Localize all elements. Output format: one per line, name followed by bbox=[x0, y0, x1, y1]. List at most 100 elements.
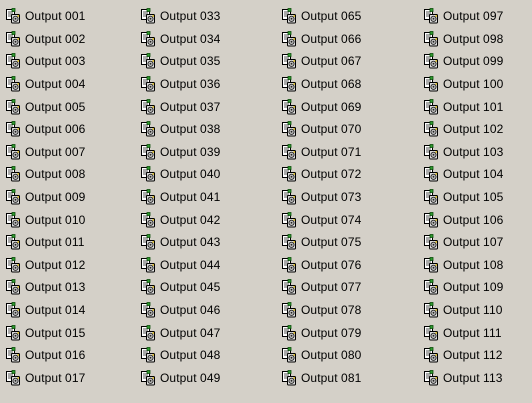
list-item[interactable]: Output 014 bbox=[5, 299, 85, 322]
output-port-icon bbox=[140, 121, 156, 137]
list-item[interactable]: Output 009 bbox=[5, 186, 85, 209]
list-item[interactable]: Output 111 bbox=[423, 321, 503, 344]
output-list-view[interactable]: Output 001 Output 002 Output 003 Output … bbox=[0, 0, 532, 403]
list-item[interactable]: Output 068 bbox=[281, 73, 361, 96]
list-item[interactable]: Output 071 bbox=[281, 141, 361, 164]
list-item-label: Output 014 bbox=[25, 303, 86, 318]
output-port-icon bbox=[423, 369, 439, 386]
list-item[interactable]: Output 107 bbox=[423, 231, 503, 254]
list-item-label: Output 007 bbox=[25, 144, 86, 159]
output-port-icon bbox=[5, 279, 21, 295]
list-item[interactable]: Output 043 bbox=[140, 231, 220, 254]
list-item[interactable]: Output 102 bbox=[423, 118, 503, 141]
list-item[interactable]: Output 036 bbox=[140, 73, 220, 96]
output-port-icon bbox=[140, 279, 156, 295]
list-item[interactable]: Output 004 bbox=[5, 73, 85, 96]
list-item[interactable]: Output 073 bbox=[281, 186, 361, 209]
output-port-icon bbox=[423, 189, 439, 205]
list-item-label: Output 074 bbox=[301, 212, 362, 227]
list-item[interactable]: Output 044 bbox=[140, 254, 220, 277]
output-port-icon bbox=[5, 189, 21, 205]
list-item[interactable]: Output 099 bbox=[423, 50, 503, 73]
output-port-icon bbox=[281, 166, 297, 182]
list-item[interactable]: Output 098 bbox=[423, 28, 503, 51]
list-item[interactable]: Output 097 bbox=[423, 5, 503, 28]
list-item[interactable]: Output 113 bbox=[423, 367, 503, 390]
list-item[interactable]: Output 037 bbox=[140, 95, 220, 118]
list-item-label: Output 011 bbox=[25, 235, 85, 250]
list-item-label: Output 109 bbox=[443, 280, 504, 295]
list-item[interactable]: Output 047 bbox=[140, 321, 220, 344]
list-item[interactable]: Output 077 bbox=[281, 276, 361, 299]
list-item[interactable]: Output 003 bbox=[5, 50, 85, 73]
list-item[interactable]: Output 072 bbox=[281, 163, 361, 186]
list-item[interactable]: Output 112 bbox=[423, 344, 503, 367]
list-item[interactable]: Output 041 bbox=[140, 186, 220, 209]
list-item[interactable]: Output 049 bbox=[140, 367, 220, 390]
list-item-label: Output 110 bbox=[443, 303, 503, 318]
list-item[interactable]: Output 069 bbox=[281, 95, 361, 118]
list-item[interactable]: Output 042 bbox=[140, 208, 220, 231]
list-item[interactable]: Output 008 bbox=[5, 163, 85, 186]
list-item-label: Output 048 bbox=[160, 348, 221, 363]
output-port-icon bbox=[281, 302, 297, 318]
list-item[interactable]: Output 005 bbox=[5, 95, 85, 118]
list-item[interactable]: Output 067 bbox=[281, 50, 361, 73]
list-item-label: Output 010 bbox=[25, 212, 86, 227]
list-item[interactable]: Output 040 bbox=[140, 163, 220, 186]
output-port-icon bbox=[5, 256, 21, 273]
list-item[interactable]: Output 045 bbox=[140, 276, 220, 299]
list-item[interactable]: Output 038 bbox=[140, 118, 220, 141]
list-item[interactable]: Output 103 bbox=[423, 141, 503, 164]
list-item[interactable]: Output 015 bbox=[5, 321, 85, 344]
list-item[interactable]: Output 100 bbox=[423, 73, 503, 96]
list-item[interactable]: Output 012 bbox=[5, 254, 85, 277]
list-item[interactable]: Output 079 bbox=[281, 321, 361, 344]
list-item[interactable]: Output 066 bbox=[281, 28, 361, 51]
list-item-label: Output 075 bbox=[301, 235, 362, 250]
list-item[interactable]: Output 075 bbox=[281, 231, 361, 254]
list-item[interactable]: Output 033 bbox=[140, 5, 220, 28]
list-item[interactable]: Output 017 bbox=[5, 367, 85, 390]
list-item[interactable]: Output 070 bbox=[281, 118, 361, 141]
output-port-icon bbox=[281, 30, 297, 47]
list-item[interactable]: Output 034 bbox=[140, 28, 220, 51]
list-item[interactable]: Output 002 bbox=[5, 28, 85, 51]
list-item[interactable]: Output 080 bbox=[281, 344, 361, 367]
list-item[interactable]: Output 013 bbox=[5, 276, 85, 299]
list-item[interactable]: Output 110 bbox=[423, 299, 503, 322]
list-item-label: Output 098 bbox=[443, 31, 504, 46]
list-item-label: Output 107 bbox=[443, 235, 504, 250]
list-item[interactable]: Output 011 bbox=[5, 231, 85, 254]
list-item[interactable]: Output 101 bbox=[423, 95, 503, 118]
output-port-icon bbox=[423, 211, 439, 228]
list-item-label: Output 040 bbox=[160, 167, 221, 182]
list-item[interactable]: Output 048 bbox=[140, 344, 220, 367]
output-port-icon bbox=[140, 76, 156, 92]
list-item[interactable]: Output 006 bbox=[5, 118, 85, 141]
list-item[interactable]: Output 081 bbox=[281, 367, 361, 390]
list-item[interactable]: Output 046 bbox=[140, 299, 220, 322]
list-item-label: Output 015 bbox=[25, 325, 86, 340]
list-item[interactable]: Output 104 bbox=[423, 163, 503, 186]
list-item[interactable]: Output 078 bbox=[281, 299, 361, 322]
list-item[interactable]: Output 001 bbox=[5, 5, 85, 28]
list-item-label: Output 001 bbox=[25, 9, 86, 24]
list-item[interactable]: Output 109 bbox=[423, 276, 503, 299]
output-port-icon bbox=[281, 189, 297, 205]
list-item[interactable]: Output 035 bbox=[140, 50, 220, 73]
list-item[interactable]: Output 007 bbox=[5, 141, 85, 164]
list-item[interactable]: Output 108 bbox=[423, 254, 503, 277]
list-item[interactable]: Output 065 bbox=[281, 5, 361, 28]
list-item[interactable]: Output 106 bbox=[423, 208, 503, 231]
list-item-label: Output 034 bbox=[160, 31, 221, 46]
output-port-icon bbox=[5, 302, 21, 318]
list-item[interactable]: Output 074 bbox=[281, 208, 361, 231]
list-item[interactable]: Output 016 bbox=[5, 344, 85, 367]
list-column: Output 001 Output 002 Output 003 Output … bbox=[5, 5, 85, 389]
list-item[interactable]: Output 010 bbox=[5, 208, 85, 231]
output-port-icon bbox=[423, 143, 439, 160]
list-item[interactable]: Output 039 bbox=[140, 141, 220, 164]
list-item[interactable]: Output 076 bbox=[281, 254, 361, 277]
list-item[interactable]: Output 105 bbox=[423, 186, 503, 209]
